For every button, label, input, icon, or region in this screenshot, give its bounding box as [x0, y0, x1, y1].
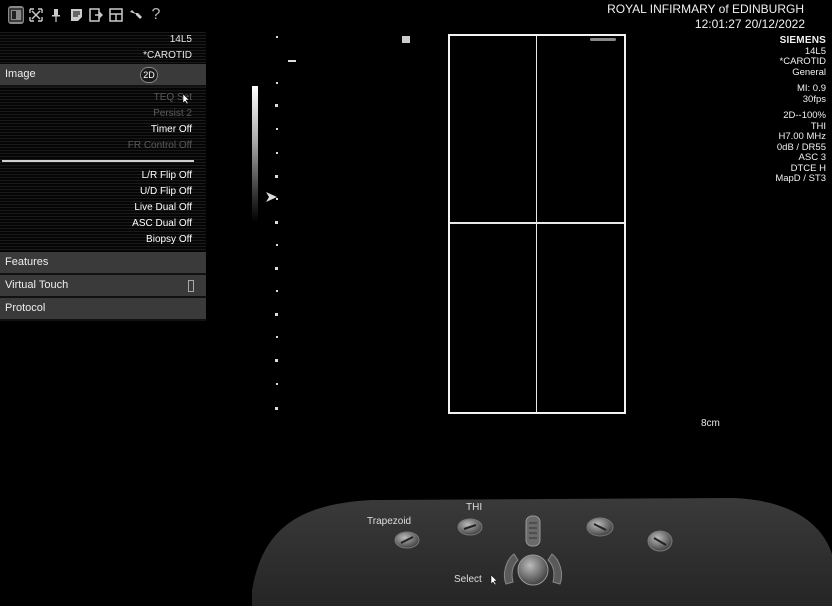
option-fr-control[interactable]: FR Control Off	[0, 138, 206, 154]
wrench-icon[interactable]	[128, 6, 144, 24]
thi-label: THI	[466, 502, 483, 513]
virtual-touch-menu[interactable]: Virtual Touch	[0, 275, 206, 298]
depth-tick	[275, 175, 278, 178]
export-icon[interactable]	[88, 6, 104, 24]
depth-scale	[266, 36, 296, 416]
knob-3[interactable]	[585, 516, 615, 538]
depth-tick	[275, 313, 278, 316]
layout-icon[interactable]	[108, 6, 124, 24]
scan-parameters: SIEMENS 14L5 *CAROTID General MI: 0.9 30…	[775, 35, 826, 185]
depth-tick	[275, 221, 278, 224]
protocol-label: Protocol	[5, 302, 46, 314]
option-persist[interactable]: Persist 2	[0, 106, 206, 122]
control-panel: 14L5 *CAROTID Image 2D TEQ Set Persist 2…	[0, 32, 206, 321]
depth-tick	[276, 36, 278, 38]
thi-knob[interactable]	[456, 517, 484, 537]
features-menu[interactable]: Features	[0, 252, 206, 275]
depth-tick	[276, 383, 278, 385]
depth-tick	[275, 359, 278, 362]
center-line	[536, 36, 537, 412]
info-fps: 30fps	[802, 93, 826, 105]
info-freq: H7.00 MHz	[778, 131, 826, 142]
image-menu-label: Image	[5, 68, 36, 80]
knob-4[interactable]	[645, 529, 675, 553]
focus-marker-icon[interactable]	[266, 192, 278, 202]
protocol-menu[interactable]: Protocol	[0, 298, 206, 321]
expand-icon[interactable]	[28, 6, 44, 24]
panel-transducer: 14L5	[169, 34, 192, 45]
depth-tick	[276, 82, 278, 84]
info-app: General	[792, 66, 826, 78]
image-menu[interactable]: Image 2D	[0, 64, 206, 87]
info-asc: ASC 3	[798, 152, 826, 163]
option-live-dual[interactable]: Live Dual Off	[0, 200, 206, 216]
echo-artifact	[590, 38, 616, 41]
option-teq-set[interactable]: TEQ Set	[0, 90, 206, 106]
depth-tick	[275, 407, 278, 410]
brand-logo: SIEMENS	[779, 35, 826, 46]
slider-control[interactable]	[524, 514, 542, 548]
ultrasound-image-area[interactable]	[448, 34, 626, 414]
trapezoid-knob[interactable]	[393, 530, 421, 550]
virtual-touch-label: Virtual Touch	[5, 279, 69, 291]
depth-tick	[275, 267, 278, 270]
option-biopsy[interactable]: Biopsy Off	[0, 232, 206, 252]
select-trackball[interactable]	[500, 550, 566, 590]
orientation-marker	[402, 36, 410, 43]
option-timer[interactable]: Timer Off	[0, 122, 206, 138]
trapezoid-label: Trapezoid	[367, 516, 412, 527]
toolbar: ?	[8, 6, 164, 26]
mode-badge: 2D	[140, 67, 158, 83]
divider	[2, 160, 194, 162]
features-label: Features	[5, 256, 49, 268]
pin-icon[interactable]	[48, 6, 64, 24]
depth-tick	[276, 336, 278, 338]
probe-icon	[188, 280, 194, 292]
cursor-icon	[182, 93, 190, 105]
depth-tick	[275, 104, 278, 107]
help-icon[interactable]: ?	[148, 6, 164, 24]
mid-line	[450, 222, 624, 224]
info-mi: MI: 0.9	[796, 83, 826, 94]
option-lr-flip[interactable]: L/R Flip Off	[0, 168, 206, 184]
depth-tick	[276, 128, 278, 130]
info-preset: *CAROTID	[779, 56, 826, 67]
date-time: 12:01:27 20/12/2022	[694, 17, 805, 31]
depth-label: 8cm	[701, 418, 720, 429]
select-label: Select	[454, 574, 482, 585]
institution-name: ROYAL INFIRMARY of EDINBURGH	[607, 2, 804, 16]
info-mode: 2D--100%	[783, 110, 826, 121]
grayscale-bar	[252, 86, 258, 222]
panel-preset: *CAROTID	[143, 50, 192, 61]
depth-tick	[288, 60, 296, 62]
pointer-icon	[490, 574, 498, 586]
depth-tick	[276, 244, 278, 246]
depth-tick	[276, 152, 278, 154]
option-asc-dual[interactable]: ASC Dual Off	[0, 216, 206, 232]
info-map: MapD / ST3	[775, 173, 826, 184]
option-ud-flip[interactable]: U/D Flip Off	[0, 184, 206, 200]
notes-icon[interactable]	[68, 6, 84, 24]
depth-tick	[276, 290, 278, 292]
split-view-icon[interactable]	[8, 6, 24, 24]
